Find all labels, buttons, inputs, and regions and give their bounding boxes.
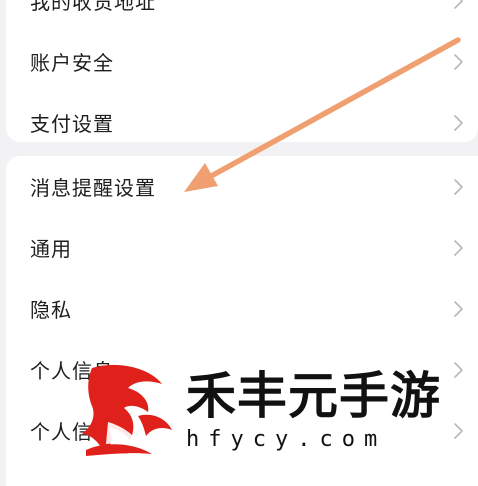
- settings-group-account: 我的收货地址 账户安全 支付设置: [6, 0, 478, 142]
- chevron-right-icon: [454, 53, 463, 70]
- settings-row-personal-info-list[interactable]: 个人信息: [6, 400, 478, 461]
- settings-row-label: 支付设置: [30, 112, 114, 136]
- settings-row-account-security[interactable]: 账户安全: [6, 31, 478, 92]
- settings-row-address[interactable]: 我的收货地址: [6, 0, 478, 31]
- settings-row-general[interactable]: 通用: [6, 217, 478, 278]
- chevron-right-icon: [454, 0, 463, 9]
- settings-group-general: 消息提醒设置 通用 隐私 个人信息 个人信息: [6, 156, 478, 486]
- settings-row-label: 我的收货地址: [30, 0, 156, 14]
- settings-row-label: 个人信息: [30, 359, 114, 383]
- chevron-right-icon: [454, 114, 463, 131]
- settings-row-label: 通用: [30, 237, 72, 261]
- settings-row-label: 隐私: [30, 298, 72, 322]
- settings-row-privacy[interactable]: 隐私: [6, 278, 478, 339]
- settings-row-label: 个人信息: [30, 420, 114, 444]
- settings-row-personal-info[interactable]: 个人信息: [6, 339, 478, 400]
- settings-row-label: 账户安全: [30, 51, 114, 75]
- chevron-right-icon: [454, 422, 463, 439]
- settings-row-payment[interactable]: 支付设置: [6, 92, 478, 142]
- settings-row-label: 消息提醒设置: [30, 176, 156, 200]
- chevron-right-icon: [454, 361, 463, 378]
- chevron-right-icon: [454, 239, 463, 256]
- chevron-right-icon: [454, 178, 463, 195]
- settings-row-notifications[interactable]: 消息提醒设置: [6, 156, 478, 217]
- chevron-right-icon: [454, 300, 463, 317]
